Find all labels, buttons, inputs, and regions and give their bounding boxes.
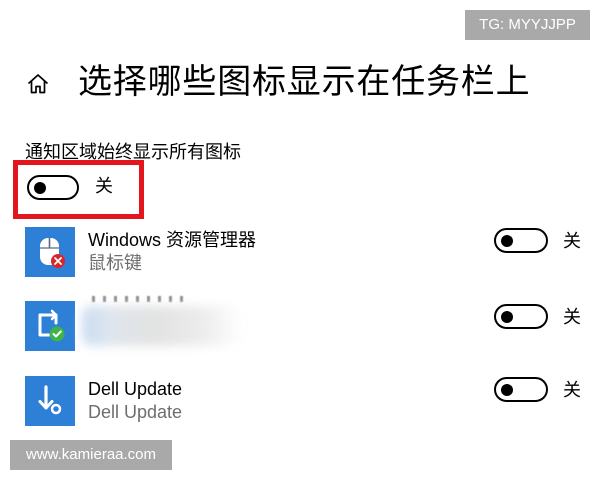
watermark-bottom-left: www.kamieraa.com: [10, 440, 172, 470]
toggle-knob: [34, 181, 46, 194]
list-item: 关: [0, 296, 600, 360]
list-item: Dell Update Dell Update 关: [0, 375, 600, 435]
app-name: Windows 资源管理器: [88, 230, 257, 250]
app-toggle-state-label: 关: [563, 380, 581, 400]
mouse-keys-icon: [40, 238, 65, 268]
toggle-knob: [501, 383, 513, 396]
home-button[interactable]: [26, 72, 50, 96]
toggle-knob: [501, 234, 513, 247]
app-toggle[interactable]: [494, 304, 548, 329]
dell-update-icon: [38, 385, 62, 415]
home-icon: [27, 74, 49, 94]
page-title: 选择哪些图标显示在任务栏上: [78, 63, 531, 101]
app-subtitle: 鼠标键: [88, 253, 142, 273]
security-check-icon: [38, 309, 65, 342]
app-toggle[interactable]: [494, 228, 548, 253]
redacted-text-blur: [82, 306, 242, 346]
app-icon-tile: [25, 301, 75, 351]
redacted-text-fragment: [92, 296, 184, 302]
always-show-state-label: 关: [95, 176, 113, 196]
app-toggle[interactable]: [494, 377, 548, 402]
app-name: Dell Update: [88, 379, 183, 399]
always-show-toggle[interactable]: [27, 175, 79, 200]
watermark-top-right: TG: MYYJJPP: [465, 10, 590, 40]
app-toggle-state-label: 关: [563, 231, 581, 251]
highlight-box: 关: [13, 160, 144, 219]
list-item: Windows 资源管理器 鼠标键 关: [0, 226, 600, 286]
app-icon-tile: [25, 227, 75, 277]
app-icon-tile: [25, 376, 75, 426]
toggle-knob: [501, 310, 513, 323]
app-toggle-state-label: 关: [563, 307, 581, 327]
app-subtitle: Dell Update: [88, 402, 183, 422]
